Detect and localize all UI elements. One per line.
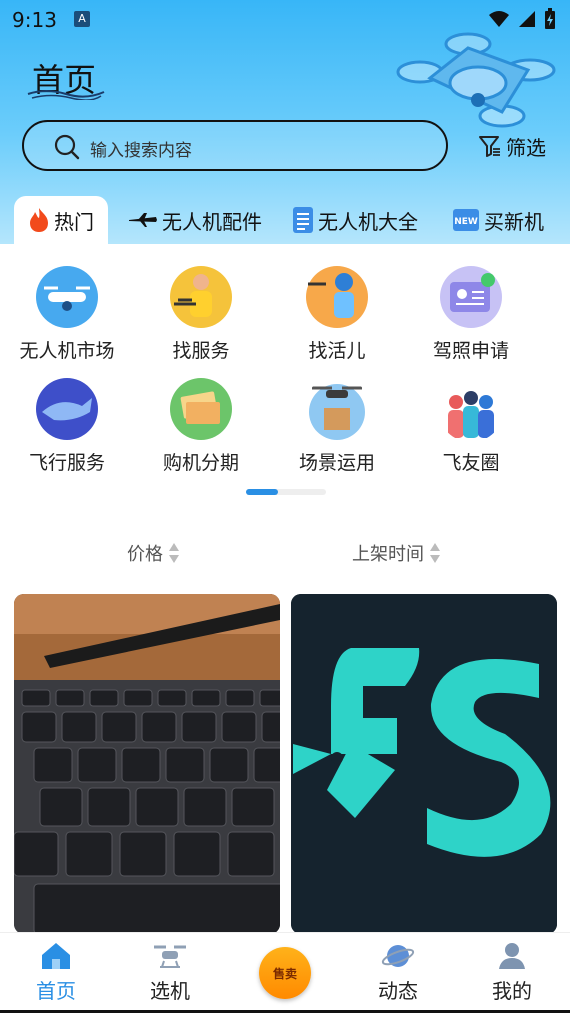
category-label: 场景运用: [298, 452, 375, 474]
document-icon: [293, 207, 313, 233]
category-label: 购机分期: [162, 452, 239, 474]
fs-logo-image: [291, 594, 557, 934]
product-card[interactable]: [291, 594, 557, 934]
category-label: 找服务: [172, 340, 230, 362]
fire-icon: [30, 208, 48, 232]
nav-label: 动态: [378, 979, 418, 1003]
sort-price-label: 价格: [127, 544, 163, 565]
keyboard-photo: [14, 594, 280, 934]
sort-time-label: 上架时间: [352, 544, 424, 565]
sort-arrows-icon: [430, 543, 440, 563]
group-people-icon: [448, 391, 494, 438]
wifi-icon: [489, 11, 509, 27]
tab-label: 无人机大全: [318, 209, 418, 234]
tab-buy-new[interactable]: NEW 买新机: [452, 196, 544, 244]
category-find-jobs[interactable]: 找活儿: [272, 264, 402, 363]
category-label: 飞行服务: [28, 452, 105, 474]
nav-home[interactable]: 首页: [6, 941, 106, 1004]
category-grid: 无人机市场 找服务 找活儿 驾照申请 飞行服务 购机分期 场景运用 飞友圈: [0, 244, 570, 494]
tab-label: 无人机配件: [162, 209, 262, 234]
status-icons: [488, 8, 556, 30]
bottom-navigation: 首页 选机 售卖 动态 我的: [0, 932, 570, 1013]
filter-button[interactable]: 筛选: [478, 132, 546, 160]
nav-mine[interactable]: 我的: [462, 941, 562, 1004]
category-label: 找活儿: [308, 340, 366, 362]
category-tabs: 热门 无人机配件 无人机大全 NEW 买新机: [0, 196, 570, 244]
planet-icon: [381, 945, 415, 967]
nav-select[interactable]: 选机: [120, 941, 220, 1004]
page-indicator-active: [246, 489, 278, 495]
sort-time-button[interactable]: 上架时间: [352, 540, 441, 566]
title-swoosh-icon: [27, 90, 105, 100]
filter-icon: [479, 136, 500, 157]
sell-button[interactable]: 售卖: [259, 947, 311, 999]
sort-bar: 价格 上架时间: [0, 540, 570, 570]
whale-icon: [36, 378, 98, 440]
home-icon: [42, 943, 70, 969]
category-scenario-use[interactable]: 场景运用: [272, 376, 402, 475]
category-license-apply[interactable]: 驾照申请: [406, 264, 536, 363]
battery-icon: [545, 8, 555, 29]
nav-label: 选机: [150, 979, 190, 1003]
category-label: 驾照申请: [432, 340, 509, 362]
category-installment[interactable]: 购机分期: [136, 376, 266, 475]
search-icon: [54, 134, 80, 160]
tab-label: 买新机: [484, 209, 544, 234]
search-input[interactable]: 输入搜索内容: [22, 120, 448, 171]
svg-text:NEW: NEW: [454, 217, 478, 227]
category-find-service[interactable]: 找服务: [136, 264, 266, 363]
nav-label: 首页: [36, 979, 76, 1003]
new-badge-icon: NEW: [453, 209, 479, 231]
tab-hot[interactable]: 热门: [14, 196, 108, 244]
category-label: 飞友圈: [442, 452, 500, 474]
sell-label: 售卖: [272, 967, 297, 981]
search-placeholder: 输入搜索内容: [90, 141, 192, 161]
product-card[interactable]: [14, 594, 280, 934]
tab-drone-encyclopedia[interactable]: 无人机大全: [292, 196, 418, 244]
category-flyer-circle[interactable]: 飞友圈: [406, 376, 536, 475]
drone-nav-icon: [154, 945, 186, 968]
money-stack-icon: [170, 378, 232, 440]
filter-label: 筛选: [506, 135, 546, 160]
signal-icon: [519, 11, 535, 27]
category-label: 无人机市场: [19, 340, 115, 362]
sort-arrows-icon: [169, 543, 179, 563]
license-card-icon: [440, 266, 502, 328]
plane-icon: [129, 213, 157, 227]
tab-drone-parts[interactable]: 无人机配件: [128, 196, 262, 244]
notification-icon: A: [74, 11, 90, 27]
user-icon: [499, 943, 525, 969]
service-person-icon: [170, 266, 232, 328]
category-drone-market[interactable]: 无人机市场: [2, 264, 132, 363]
page-indicator: [246, 489, 326, 495]
sort-price-button[interactable]: 价格: [127, 540, 180, 566]
tab-label: 热门: [54, 209, 94, 234]
nav-label: 我的: [492, 979, 532, 1003]
drone-delivery-icon: [309, 384, 365, 440]
courier-icon: [306, 266, 368, 328]
nav-feed[interactable]: 动态: [348, 941, 448, 1004]
category-flight-service[interactable]: 飞行服务: [2, 376, 132, 475]
status-time: 9:13: [12, 8, 57, 32]
drone-market-icon: [36, 266, 98, 328]
